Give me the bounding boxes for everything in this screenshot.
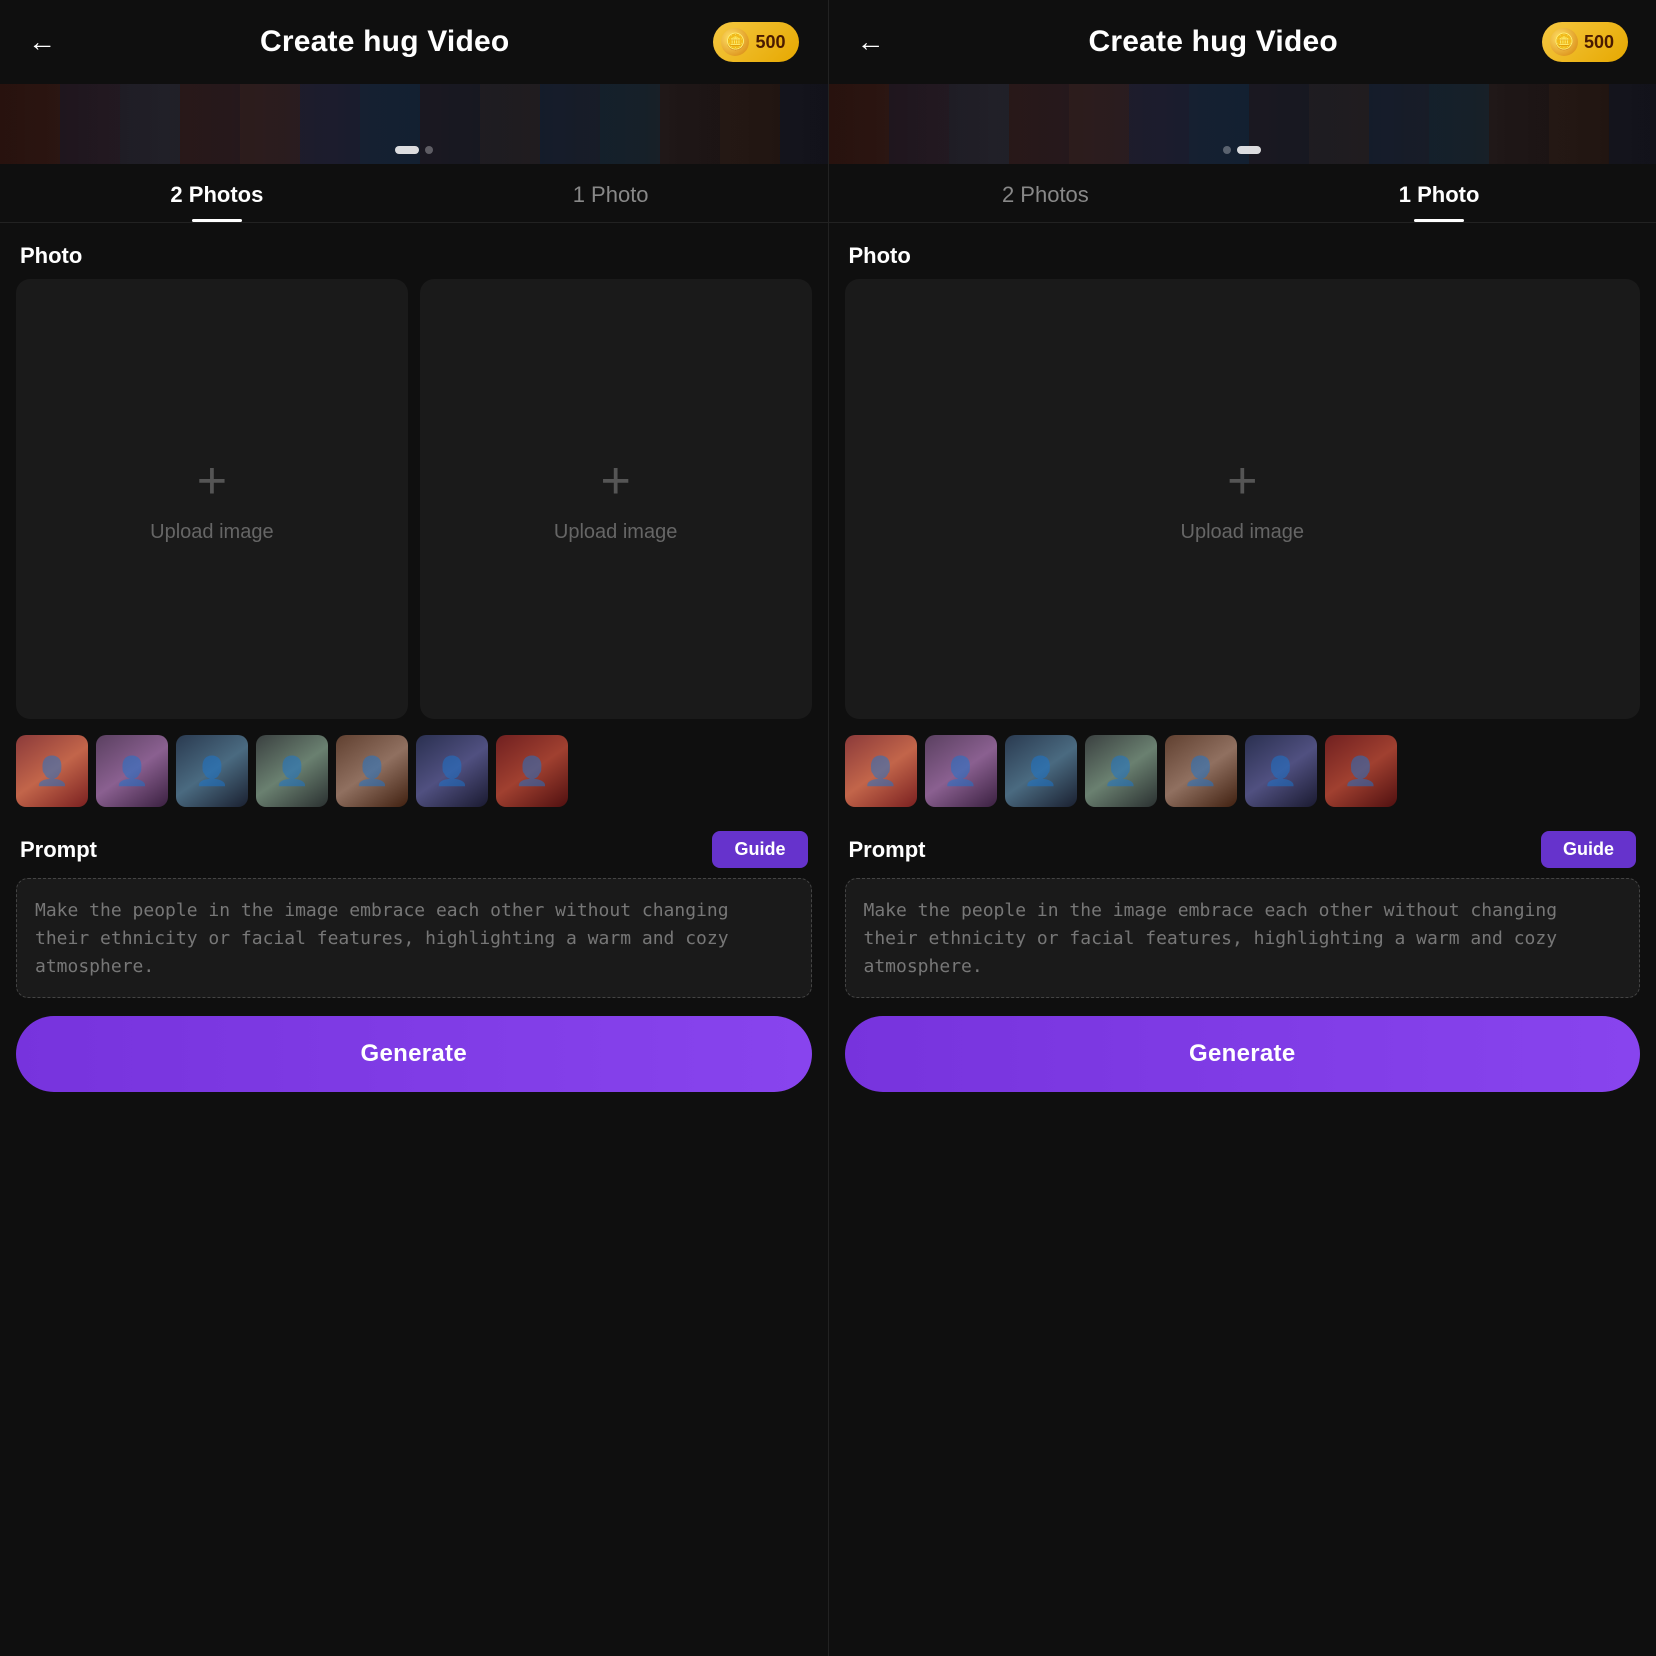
sample-thumb-6[interactable] <box>416 735 488 807</box>
coin-icon: 🪙 <box>721 28 749 56</box>
header: ← Create hug Video 🪙 500 <box>829 0 1656 84</box>
sample-thumb-5[interactable] <box>336 735 408 807</box>
tabs-bar: 2 Photos1 Photo <box>829 164 1656 223</box>
coin-badge: 🪙 500 <box>713 22 799 62</box>
sample-thumb-4[interactable] <box>1085 735 1157 807</box>
upload-area: + Upload image <box>845 279 1641 719</box>
banner-dot <box>1237 146 1261 154</box>
banner-strip <box>0 84 828 164</box>
prompt-header: Prompt Guide <box>829 817 1656 878</box>
sample-thumb-3[interactable] <box>176 735 248 807</box>
coin-count: 500 <box>1584 32 1614 53</box>
panel-right: ←Create hug Video 🪙 500 2 Photos1 PhotoP… <box>829 0 1656 1656</box>
photo-section-label: Photo <box>0 223 828 279</box>
sample-thumb-2[interactable] <box>925 735 997 807</box>
page-title: Create hug Video <box>260 25 509 59</box>
tab-1photo[interactable]: 1 Photo <box>414 164 808 222</box>
sample-thumb-5[interactable] <box>1165 735 1237 807</box>
prompt-label: Prompt <box>20 837 97 863</box>
sample-thumb-1[interactable] <box>16 735 88 807</box>
prompt-textarea[interactable] <box>16 878 812 998</box>
upload-slot-1[interactable]: + Upload image <box>845 279 1641 719</box>
sample-thumb-3[interactable] <box>1005 735 1077 807</box>
banner-dot <box>395 146 419 154</box>
generate-button[interactable]: Generate <box>845 1016 1641 1092</box>
tabs-bar: 2 Photos1 Photo <box>0 164 828 223</box>
banner-dot <box>1223 146 1231 154</box>
generate-button[interactable]: Generate <box>16 1016 812 1092</box>
sample-thumb-6[interactable] <box>1245 735 1317 807</box>
back-button[interactable]: ← <box>857 28 885 56</box>
plus-icon: + <box>197 455 227 507</box>
prompt-header: Prompt Guide <box>0 817 828 878</box>
prompt-textarea[interactable] <box>845 878 1641 998</box>
guide-button[interactable]: Guide <box>1541 831 1636 868</box>
sample-thumb-7[interactable] <box>496 735 568 807</box>
coin-badge: 🪙 500 <box>1542 22 1628 62</box>
upload-slot-1[interactable]: + Upload image <box>16 279 408 719</box>
tab-1photo[interactable]: 1 Photo <box>1242 164 1636 222</box>
coin-count: 500 <box>755 32 785 53</box>
header: ← Create hug Video 🪙 500 <box>0 0 828 84</box>
upload-label: Upload image <box>1181 521 1304 544</box>
plus-icon: + <box>1227 455 1257 507</box>
sample-thumb-4[interactable] <box>256 735 328 807</box>
coin-icon: 🪙 <box>1550 28 1578 56</box>
guide-button[interactable]: Guide <box>712 831 807 868</box>
samples-strip <box>829 719 1656 817</box>
photo-section-label: Photo <box>829 223 1656 279</box>
upload-area: + Upload image + Upload image <box>16 279 812 719</box>
tab-2photos[interactable]: 2 Photos <box>20 164 414 222</box>
banner-strip <box>829 84 1656 164</box>
prompt-label: Prompt <box>849 837 926 863</box>
plus-icon: + <box>600 455 630 507</box>
sample-thumb-7[interactable] <box>1325 735 1397 807</box>
tab-2photos[interactable]: 2 Photos <box>849 164 1243 222</box>
sample-thumb-2[interactable] <box>96 735 168 807</box>
upload-slot-2[interactable]: + Upload image <box>420 279 812 719</box>
banner-dot <box>425 146 433 154</box>
upload-label: Upload image <box>150 521 273 544</box>
upload-label: Upload image <box>554 521 677 544</box>
back-button[interactable]: ← <box>28 28 56 56</box>
page-title: Create hug Video <box>1089 25 1338 59</box>
sample-thumb-1[interactable] <box>845 735 917 807</box>
panel-left: ←Create hug Video 🪙 500 2 Photos1 PhotoP… <box>0 0 829 1656</box>
samples-strip <box>0 719 828 817</box>
